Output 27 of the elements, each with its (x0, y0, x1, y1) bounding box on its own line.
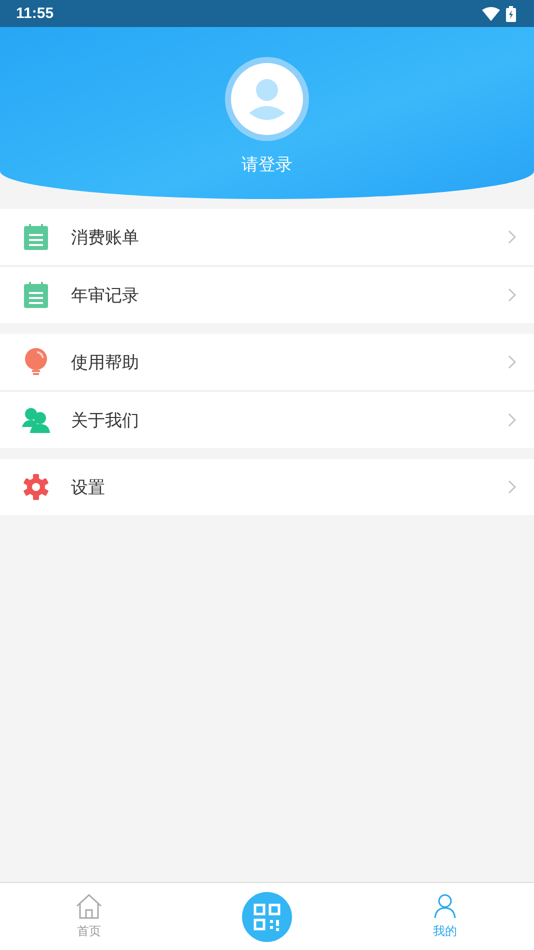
notepad-icon (22, 224, 50, 250)
menu-item[interactable]: 使用帮助 (0, 334, 534, 390)
menu-item[interactable]: 关于我们 (0, 390, 534, 448)
settings-icon (22, 474, 50, 500)
home-icon (75, 893, 103, 919)
status-time: 11:55 (16, 5, 54, 22)
chevron-icon (508, 413, 516, 427)
people-icon (22, 407, 50, 433)
chevron-icon (508, 355, 516, 369)
avatar-icon[interactable] (225, 57, 309, 141)
chevron-icon (508, 230, 516, 244)
menu-item[interactable]: 消费账单 (0, 209, 534, 265)
notepad-icon (22, 282, 50, 308)
menu-label: 消费账单 (71, 226, 140, 248)
menu-label: 年审记录 (71, 284, 140, 306)
battery-icon (506, 6, 516, 22)
chevron-icon (508, 480, 516, 494)
menu-label: 设置 (71, 476, 106, 498)
chevron-icon (508, 288, 516, 302)
menu-label: 关于我们 (71, 410, 140, 432)
lightbulb-icon (22, 348, 50, 376)
menu-item[interactable]: 年审记录 (0, 265, 534, 323)
qr-code-icon (242, 892, 292, 942)
menu-item[interactable]: 设置 (0, 459, 534, 515)
menu-label: 使用帮助 (71, 352, 140, 374)
wifi-icon (482, 6, 500, 20)
person-icon (432, 893, 458, 919)
